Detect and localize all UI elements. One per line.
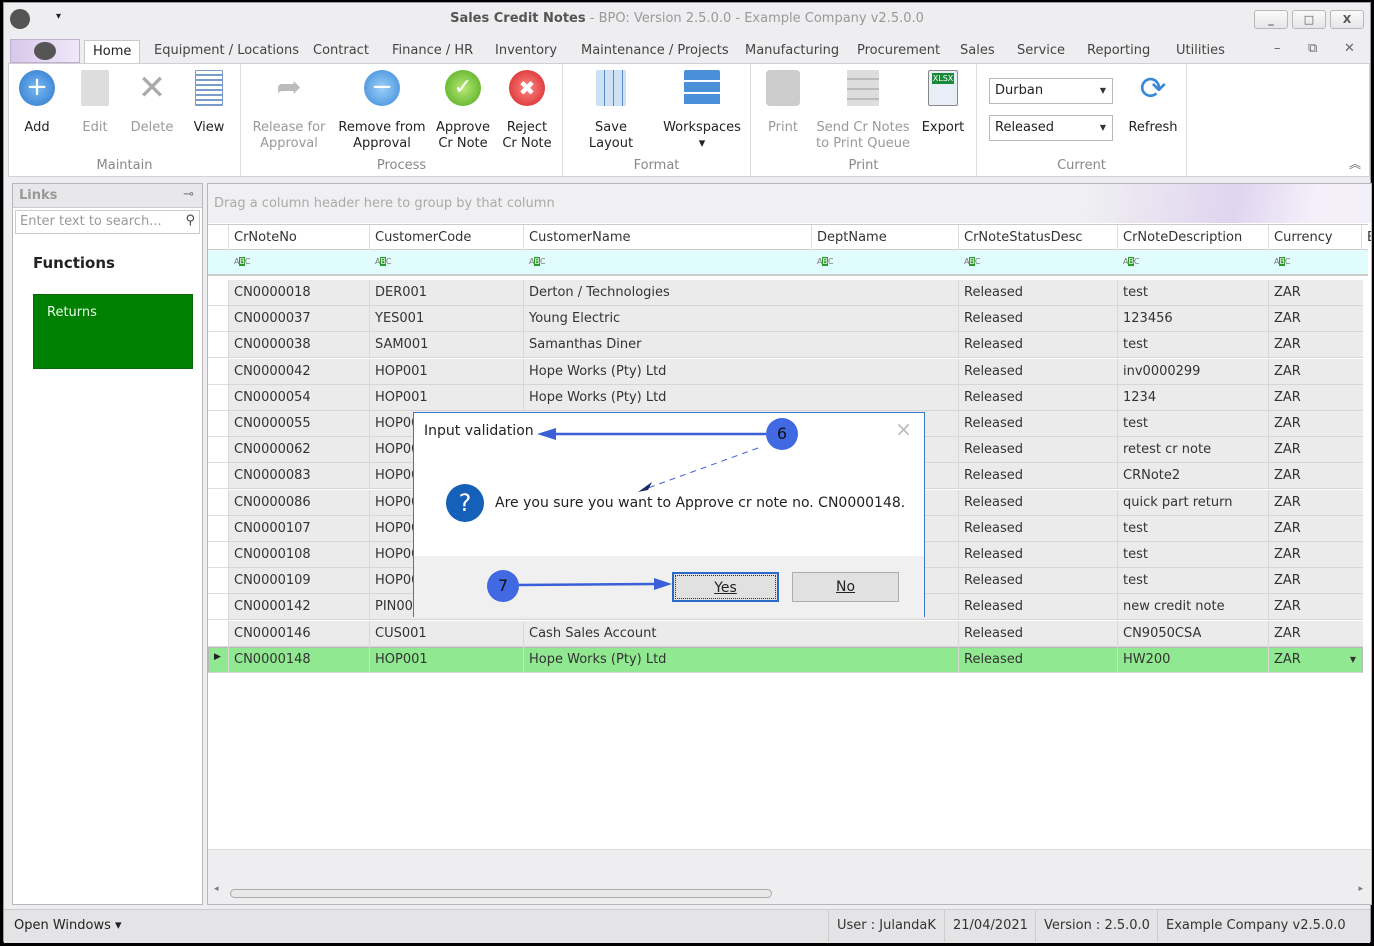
arrow-line — [517, 582, 657, 587]
arrow-head — [654, 578, 672, 590]
dashed-arrow — [647, 447, 759, 489]
step-7-badge: 7 — [487, 570, 519, 602]
annotation-overlay — [517, 428, 766, 590]
step-6-badge: 6 — [766, 418, 798, 450]
arrow-head — [537, 428, 556, 440]
